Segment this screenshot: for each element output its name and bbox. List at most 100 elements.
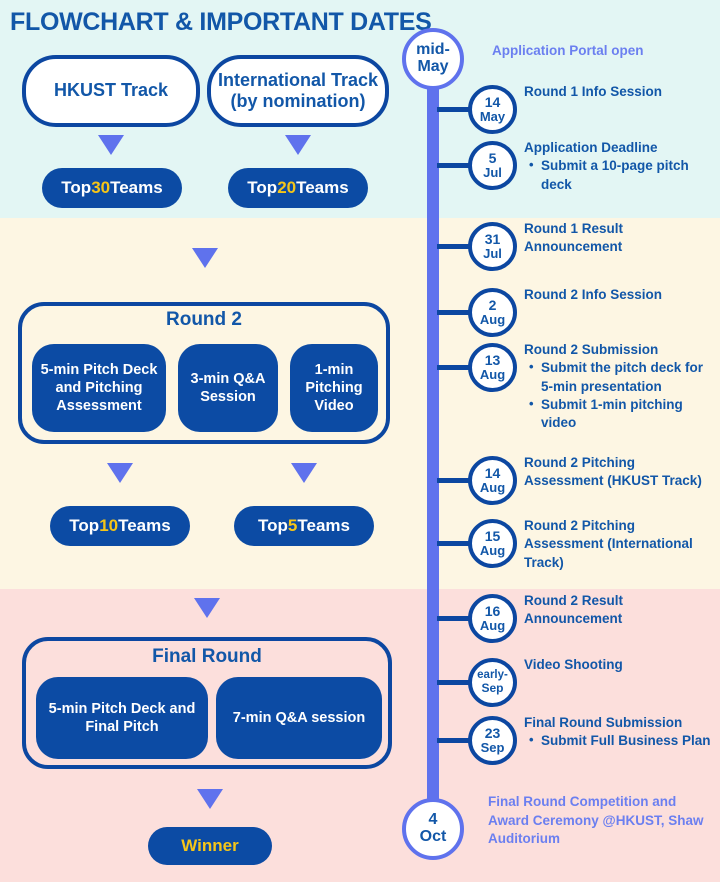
timeline-event-bullet: Submit the pitch deck for 5-min presenta… (529, 358, 716, 396)
timeline-date-badge: 14 May (468, 85, 517, 134)
timeline-date-month: Jul (483, 246, 502, 262)
timeline-date-day: 15 (484, 528, 501, 545)
result-pill-top10: Top 10 Teams (50, 506, 190, 546)
result-pill-top5: Top 5 Teams (234, 506, 374, 546)
timeline-date-day: 14 (484, 465, 501, 482)
timeline-connector (437, 310, 471, 315)
timeline-date-badge: 5 Jul (468, 141, 517, 190)
timeline-date-day: 5 (488, 150, 497, 167)
timeline-connector (437, 163, 471, 168)
result-pill-top30: Top 30 Teams (42, 168, 182, 208)
round2-title: Round 2 (166, 309, 242, 330)
timeline-date-badge: 23 Sep (468, 716, 517, 765)
timeline-event-text: Round 1 Info Session (524, 83, 716, 101)
timeline-event-heading: Round 2 Info Session (524, 287, 663, 302)
round2-item-pitch-deck: 5-min Pitch Deck and Pitching Assessment (32, 344, 166, 432)
flowchart-poster: FLOWCHART & IMPORTANT DATES HKUST Track … (0, 0, 720, 882)
flow-column: HKUST Track International Track (by nomi… (0, 0, 410, 882)
result-pill-top20: Top 20 Teams (228, 168, 368, 208)
top20-suffix: Teams (296, 178, 349, 197)
timeline-event-text: Round 2 Info Session (524, 286, 716, 304)
track-box-international: International Track (by nomination) (207, 55, 389, 127)
timeline-date-badge: 13 Aug (468, 343, 517, 392)
timeline-date-day: 13 (484, 352, 501, 369)
timeline-date-month: May (479, 109, 506, 125)
timeline-event-text: Round 1 Result Announcement (524, 220, 716, 257)
timeline-event-heading: Video Shooting (524, 657, 623, 672)
top5-number: 5 (287, 516, 298, 535)
timeline-event-bullets: Submit Full Business Plan (524, 731, 716, 750)
timeline-connector (437, 738, 471, 743)
timeline-date-badge: 31 Jul (468, 222, 517, 271)
top20-number: 20 (277, 178, 297, 197)
timeline-connector (437, 244, 471, 249)
top10-suffix: Teams (118, 516, 171, 535)
timeline-date-badge: 14 Aug (468, 456, 517, 505)
timeline-date-month: Aug (479, 543, 506, 559)
timeline-event-text: Round 2 Pitching Assessment (Internation… (524, 517, 716, 572)
timeline-event-heading: Round 1 Result Announcement (524, 221, 624, 255)
timeline-event-heading: Round 1 Info Session (524, 84, 663, 99)
top10-prefix: Top (69, 516, 100, 535)
winner-label: Winner (181, 836, 239, 855)
timeline-event-text: Round 2 Pitching Assessment (HKUST Track… (524, 454, 716, 491)
timeline-start-marker: mid- May (402, 28, 464, 90)
timeline-event-text: Round 2 Result Announcement (524, 592, 716, 629)
timeline-end-marker-line1: 4 (428, 811, 438, 829)
timeline-event-bullet: Submit 1-min pitching video (529, 395, 716, 433)
timeline-end-marker-line2: Oct (419, 828, 447, 845)
arrow-down-icon-to-final-round (194, 598, 220, 618)
timeline-event-heading: Round 2 Pitching Assessment (Internation… (524, 518, 693, 570)
arrow-down-icon-to-winner (197, 789, 223, 809)
timeline-event-text: Round 2 SubmissionSubmit the pitch deck … (524, 341, 716, 433)
timeline-start-marker-line1: mid- (416, 41, 450, 59)
timeline-event-bullet: Submit Full Business Plan (529, 731, 716, 750)
final-round-item-qa: 7-min Q&A session (216, 677, 382, 759)
top5-suffix: Teams (297, 516, 350, 535)
arrow-down-icon-intl-to-top20 (285, 135, 311, 155)
timeline-connector (437, 541, 471, 546)
timeline-event-text: Final Round SubmissionSubmit Full Busine… (524, 714, 716, 751)
timeline-connector (437, 365, 471, 370)
timeline-date-day: 14 (484, 94, 501, 111)
top20-prefix: Top (247, 178, 278, 197)
timeline-event-heading: Round 2 Pitching Assessment (HKUST Track… (524, 455, 702, 489)
timeline-connector (437, 478, 471, 483)
track-box-hkust: HKUST Track (22, 55, 200, 127)
winner-pill: Winner (148, 827, 272, 865)
timeline-event-bullet: Submit a 10-page pitch deck (529, 156, 716, 194)
track-label-hkust: HKUST Track (53, 80, 169, 101)
timeline-end-marker: 4 Oct (402, 798, 464, 860)
timeline-date-badge: early- Sep (468, 658, 517, 707)
track-label-international-line1: International Track (217, 69, 379, 90)
timeline-date-badge: 15 Aug (468, 519, 517, 568)
timeline-date-badge: 2 Aug (468, 288, 517, 337)
timeline-date-month: Aug (479, 312, 506, 328)
timeline-date-day: 16 (484, 603, 501, 620)
timeline-date-badge: 16 Aug (468, 594, 517, 643)
round2-item-qa-session: 3-min Q&A Session (178, 344, 278, 432)
timeline-event-heading: Final Round Submission (524, 715, 683, 730)
timeline-event-text: Application DeadlineSubmit a 10-page pit… (524, 139, 716, 194)
timeline-connector (437, 616, 471, 621)
timeline-event-heading: Round 2 Submission (524, 342, 659, 357)
arrow-down-icon-to-top5 (291, 463, 317, 483)
final-round-title: Final Round (152, 646, 262, 667)
timeline-connector (437, 680, 471, 685)
timeline-event-heading: Application Deadline (524, 140, 658, 155)
timeline-end-note: Final Round Competition and Award Ceremo… (488, 794, 704, 847)
top30-prefix: Top (61, 178, 92, 197)
timeline-date-month: Sep (480, 740, 505, 756)
timeline-date-month: Sep (481, 681, 504, 696)
timeline-event-text: Video Shooting (524, 656, 716, 674)
timeline-date-month: Aug (479, 367, 506, 383)
timeline-event-heading: Round 2 Result Announcement (524, 593, 624, 627)
timeline-date-day: 31 (484, 231, 501, 248)
top30-number: 30 (91, 178, 111, 197)
timeline-event-bullets: Submit the pitch deck for 5-min presenta… (524, 358, 716, 433)
timeline-date-month: Jul (483, 165, 502, 181)
arrow-down-icon-hkust-to-top30 (98, 135, 124, 155)
track-label-international: International Track (by nomination) (218, 70, 378, 112)
timeline-start-marker-line2: May (417, 58, 449, 75)
track-label-international-line2: (by nomination) (230, 91, 366, 111)
